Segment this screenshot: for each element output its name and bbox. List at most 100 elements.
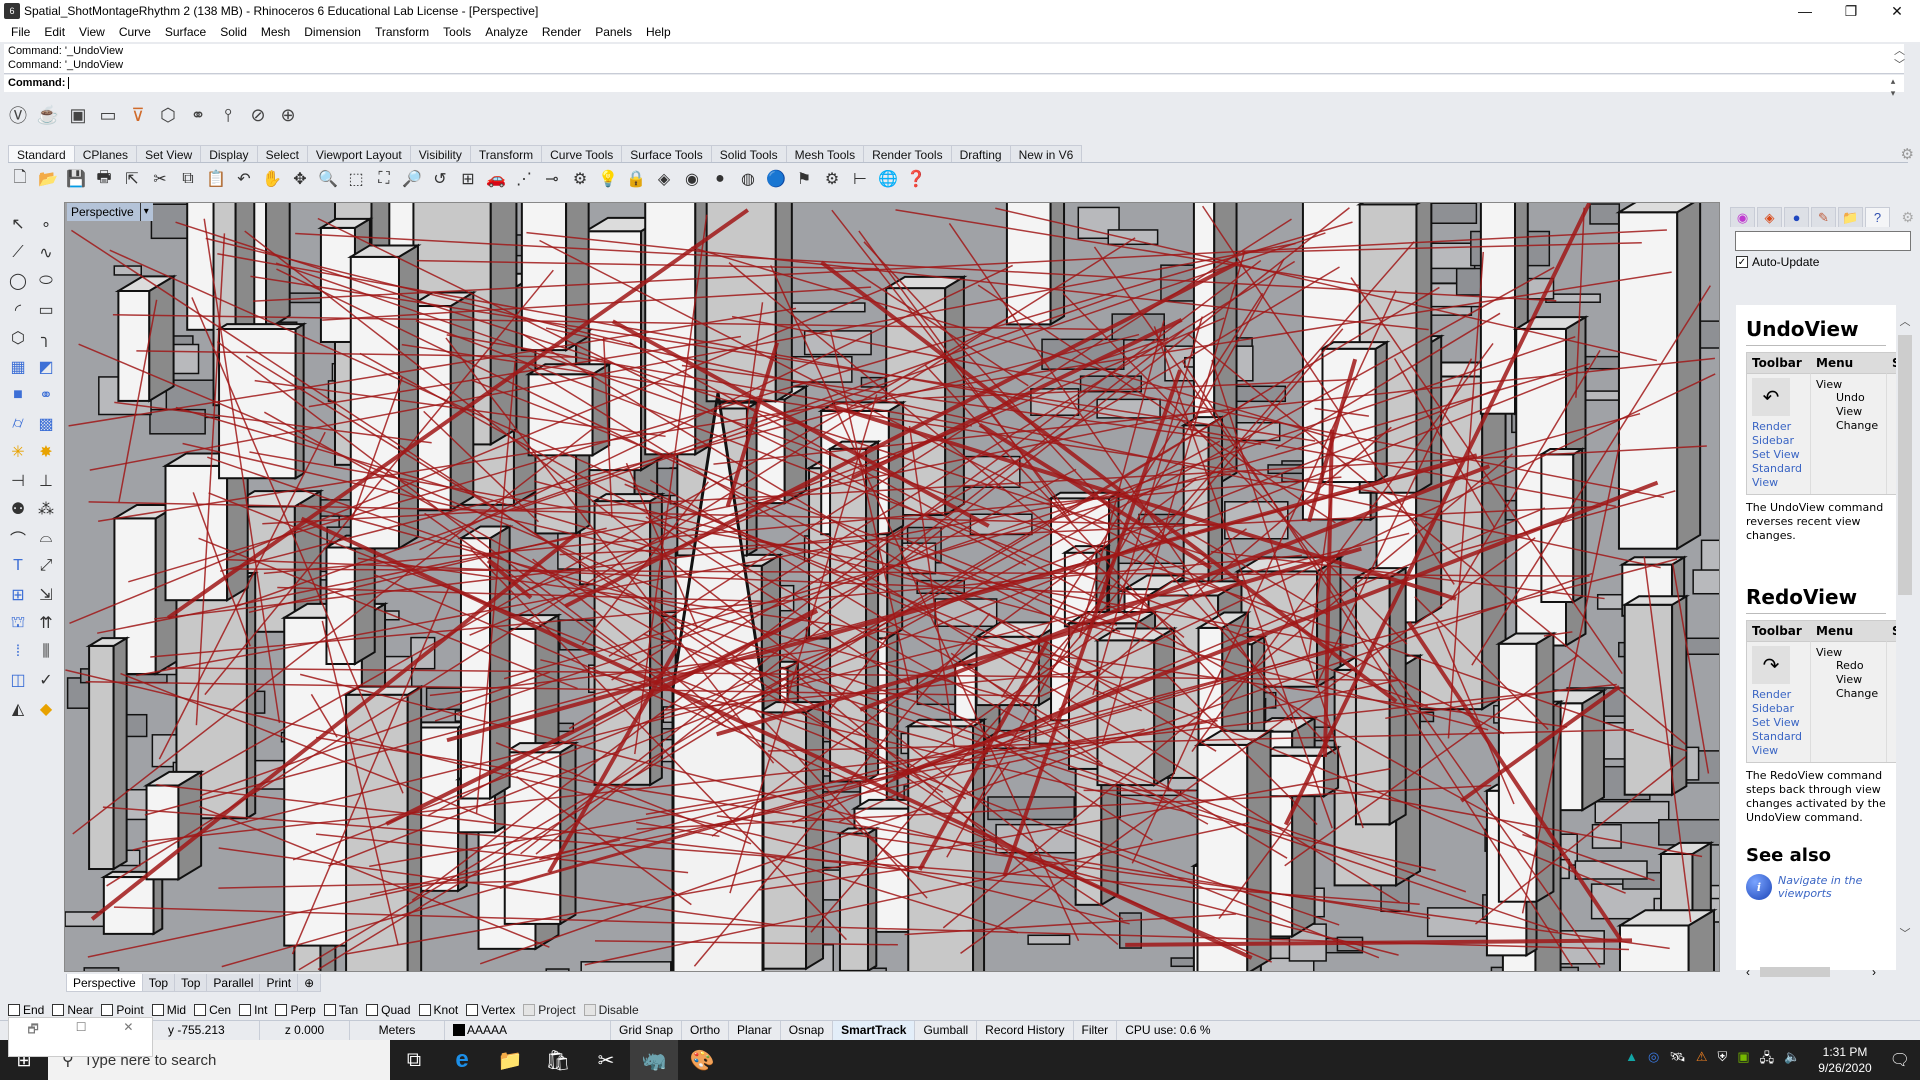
puzzle-icon[interactable]: ✳ — [4, 438, 32, 466]
polygon-icon[interactable]: ⬡ — [4, 324, 32, 352]
select-arrow-icon[interactable]: ↖ — [4, 210, 32, 238]
render-object-icon[interactable]: ◆ — [32, 695, 60, 723]
pan-hand-icon[interactable]: ✋ — [260, 167, 284, 191]
toolbar-link[interactable]: Sidebar — [1752, 434, 1805, 448]
new-file-icon[interactable]: 🗋 — [8, 167, 32, 191]
fillet-curve-icon[interactable]: ╮ — [32, 324, 60, 352]
polyline-icon[interactable]: ⟋ — [4, 239, 32, 267]
align-icon[interactable]: ⫼ — [32, 638, 60, 666]
lock-icon[interactable]: 🔒 — [624, 167, 648, 191]
array-icon[interactable]: ⊞ — [4, 581, 32, 609]
help-vertical-scrollbar[interactable]: ︿ ﹀ — [1898, 313, 1912, 943]
solid-edit-icon[interactable]: ⛫ — [4, 609, 32, 637]
osnap-tan[interactable]: Tan — [323, 1003, 358, 1017]
save-icon[interactable]: 💾 — [64, 167, 88, 191]
export-icon[interactable]: ⇱ — [120, 167, 144, 191]
restore-button[interactable]: ❐ — [1828, 0, 1874, 22]
render-tab-icon[interactable]: ● — [1784, 207, 1809, 227]
rotate-view-icon[interactable]: ✥ — [288, 167, 312, 191]
toolbar-link[interactable]: Render — [1752, 420, 1805, 434]
menu-mesh[interactable]: Mesh — [254, 25, 297, 39]
brush-tab-icon[interactable]: ✎ — [1811, 207, 1836, 227]
light-funnel-icon[interactable]: ⊽ — [126, 103, 150, 127]
osnap-perp[interactable]: Perp — [275, 1003, 316, 1017]
fur-icon[interactable]: ⫯ — [216, 103, 240, 127]
close-button[interactable]: ✕ — [1874, 0, 1920, 22]
toolbar-link[interactable]: Set View — [1752, 716, 1805, 730]
menu-surface[interactable]: Surface — [158, 25, 213, 39]
tab-visibility[interactable]: Visibility — [409, 145, 471, 162]
dimension-icon[interactable]: ⊢ — [848, 167, 872, 191]
menu-dimension[interactable]: Dimension — [297, 25, 368, 39]
distance-icon[interactable]: ⊸ — [540, 167, 564, 191]
tab-select[interactable]: Select — [256, 145, 308, 162]
rendered-sphere-icon[interactable]: ◍ — [736, 167, 760, 191]
help-icon[interactable]: ❓ — [904, 167, 928, 191]
command-spinner[interactable]: ▴ ▾ — [1886, 75, 1900, 99]
mesh-clipper-icon[interactable]: ⊘ — [246, 103, 270, 127]
notifications-icon[interactable]: 🗨 — [1890, 1050, 1910, 1070]
toolbar-link[interactable]: Sidebar — [1752, 702, 1805, 716]
osnap-checkbox[interactable] — [194, 1004, 207, 1016]
sync-icon[interactable]: ◎ — [1648, 1049, 1659, 1071]
viewport-tab-parallel[interactable]: Parallel — [206, 974, 261, 992]
ungroup-icon[interactable]: ⁂ — [32, 495, 60, 523]
osnap-end[interactable]: End — [8, 1003, 44, 1017]
osnap-checkbox[interactable] — [52, 1004, 65, 1016]
offset-curve-icon[interactable]: ⌓ — [32, 524, 60, 552]
point-icon[interactable]: ∘ — [32, 210, 60, 238]
paste-icon[interactable]: 📋 — [204, 167, 228, 191]
shapes-icon[interactable]: ◭ — [4, 695, 32, 723]
see-also-link[interactable]: i Navigate in the viewports — [1746, 874, 1896, 900]
grid-snap-icon[interactable]: ⋰ — [512, 167, 536, 191]
volume-icon[interactable]: 🔈 — [1784, 1049, 1800, 1071]
osnap-mid[interactable]: Mid — [151, 1003, 186, 1017]
open-folder-icon[interactable]: 📂 — [36, 167, 60, 191]
paint-icon[interactable]: 🎨 — [678, 1040, 726, 1080]
menu-file[interactable]: File — [4, 25, 37, 39]
window-icon[interactable]: ▭ — [96, 103, 120, 127]
mirror-icon[interactable]: ⇲ — [32, 581, 60, 609]
boolean-union-icon[interactable]: ⚭ — [32, 381, 60, 409]
current-layer[interactable]: AAAAA — [445, 1020, 611, 1040]
light-bulb-icon[interactable]: 💡 — [596, 167, 620, 191]
folder-tab-icon[interactable]: 📁 — [1838, 207, 1863, 227]
units[interactable]: Meters — [350, 1020, 445, 1040]
cylinder-icon[interactable]: ⌭ — [4, 410, 32, 438]
scroll-left-icon[interactable]: ‹ — [1746, 965, 1750, 979]
zoom-window-icon[interactable]: ⬚ — [344, 167, 368, 191]
edge-icon[interactable]: e — [438, 1040, 486, 1080]
osnap-vertex[interactable]: Vertex — [466, 1003, 515, 1017]
tab-new-in-v6[interactable]: New in V6 — [1009, 145, 1083, 162]
osnap-checkbox[interactable] — [275, 1004, 288, 1016]
add-viewport-tab-icon[interactable]: ⊕ — [297, 974, 322, 992]
autodesk-icon[interactable]: ▲ — [1625, 1049, 1638, 1071]
osnap-knot[interactable]: Knot — [418, 1003, 458, 1017]
camera-target-icon[interactable]: ⊕ — [276, 103, 300, 127]
rectangle-icon[interactable]: ▭ — [32, 296, 60, 324]
osnap-checkbox[interactable] — [418, 1004, 431, 1016]
teapot-render-icon[interactable]: ☕ — [36, 103, 60, 127]
grasshopper-icon[interactable]: 🌐 — [876, 167, 900, 191]
material-icon[interactable]: ◈ — [652, 167, 676, 191]
toggle-smarttrack[interactable]: SmartTrack — [833, 1020, 916, 1040]
tab-set-view[interactable]: Set View — [136, 145, 202, 162]
toolbar-link[interactable]: Render — [1752, 688, 1805, 702]
osnap-checkbox[interactable] — [239, 1004, 252, 1016]
osnap-checkbox[interactable] — [523, 1004, 536, 1016]
osnap-checkbox[interactable] — [583, 1004, 596, 1016]
menu-analyze[interactable]: Analyze — [478, 25, 535, 39]
osnap-project[interactable]: Project — [523, 1003, 576, 1017]
layers-tab-icon[interactable]: ◈ — [1757, 207, 1782, 227]
flow-icon[interactable]: ◫ — [4, 666, 32, 694]
toggle-grid-snap[interactable]: Grid Snap — [611, 1020, 683, 1040]
help-horizontal-scrollbar[interactable]: ‹ › — [1746, 965, 1876, 979]
command-input[interactable] — [68, 77, 70, 89]
tab-drafting[interactable]: Drafting — [950, 145, 1011, 162]
see-also-link-text[interactable]: Navigate in the viewports — [1778, 874, 1896, 900]
tab-mesh-tools[interactable]: Mesh Tools — [785, 145, 865, 162]
h-scroll-thumb[interactable] — [1760, 967, 1830, 977]
blue-sphere-icon[interactable]: 🔵 — [764, 167, 788, 191]
viewport-tab-top[interactable]: Top — [174, 974, 208, 992]
tab-surface-tools[interactable]: Surface Tools — [621, 145, 712, 162]
